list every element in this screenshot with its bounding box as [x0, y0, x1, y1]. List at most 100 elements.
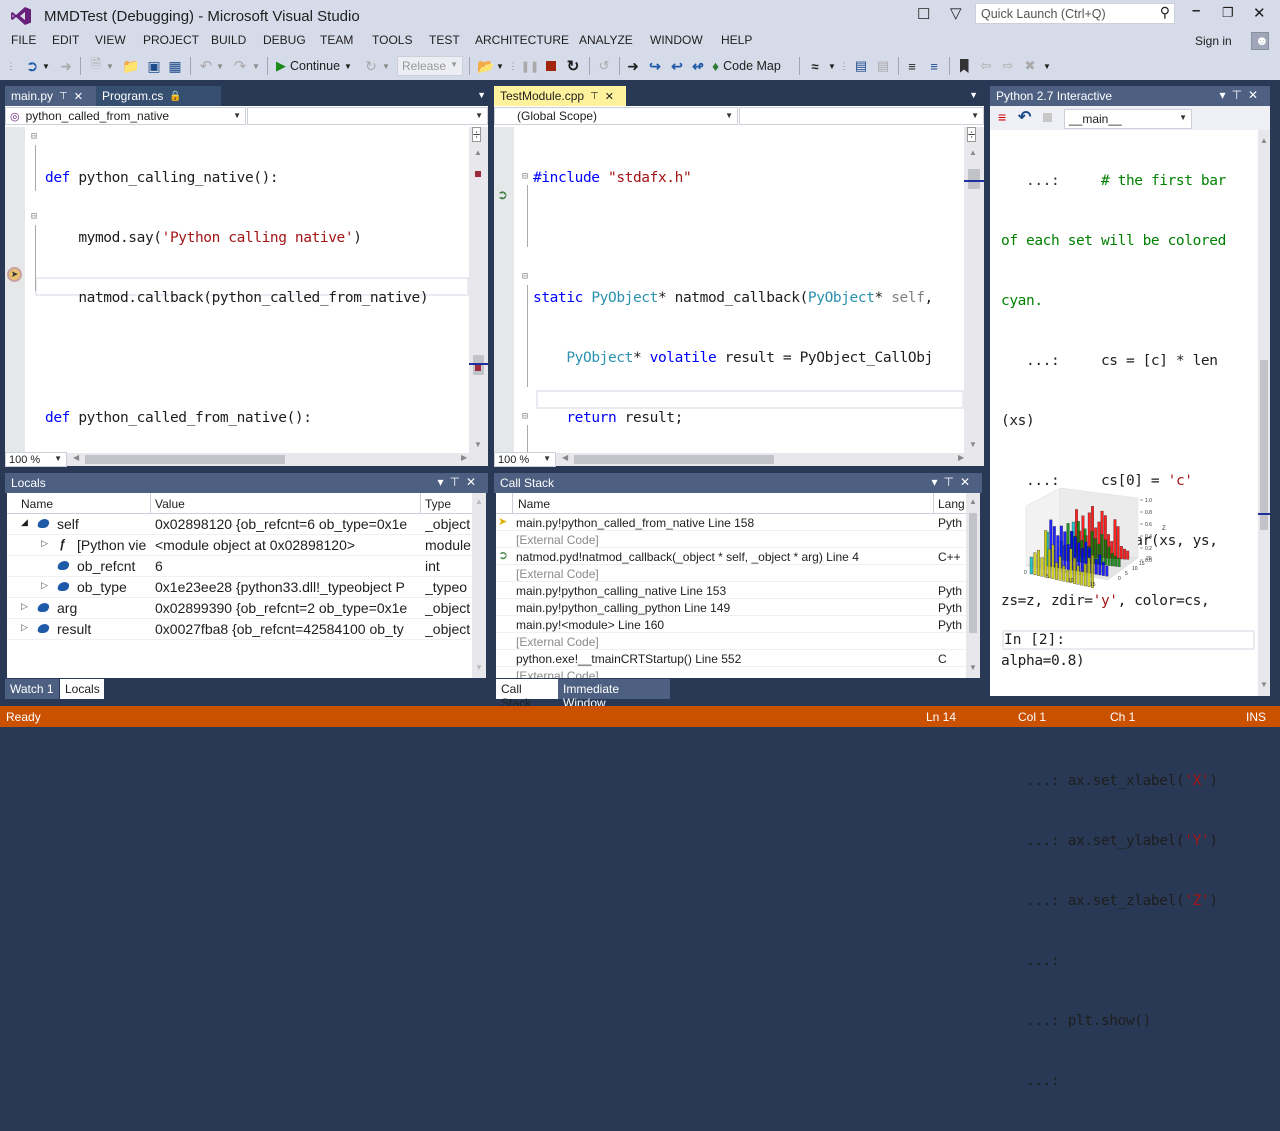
tab-overflow-icon[interactable]: ▼ — [477, 90, 486, 100]
scroll-thumb[interactable] — [85, 455, 285, 464]
toolbar-overflow-icon[interactable]: ▼ — [1043, 57, 1051, 75]
scroll-right-icon[interactable]: ▶ — [958, 453, 964, 462]
callstack-row[interactable]: python.exe!__tmainCRTStartup() Line 552 C — [496, 650, 966, 667]
tab-immediate-window[interactable]: Immediate Window — [558, 679, 670, 710]
stop-icon[interactable] — [1043, 113, 1052, 122]
menu-team[interactable]: TEAM — [320, 33, 353, 47]
close-icon[interactable]: ✕ — [960, 475, 976, 489]
navigate-forward-icon[interactable]: ➜ — [58, 57, 74, 75]
left-editor-vertical-scrollbar[interactable]: ÷ ▲ ▼ — [469, 127, 488, 453]
menu-view[interactable]: VIEW — [95, 33, 126, 47]
new-project-icon[interactable]: 🗎 — [88, 56, 104, 75]
zoom-level-select[interactable]: 100 % ▼ — [5, 452, 67, 467]
scroll-down-icon[interactable]: ▼ — [475, 663, 483, 672]
toolbar-grip[interactable]: ⋮ — [840, 57, 849, 75]
close-tab-icon[interactable]: ✕ — [605, 90, 614, 103]
pin-icon[interactable]: ⊤ — [59, 91, 68, 102]
locals-row[interactable]: ▷ arg 0x02899390 {ob_refcnt=2 ob_type=0x1e… — [7, 598, 472, 619]
local-value[interactable]: 0x0027fba8 {ob_refcnt=42584100 ob_ty — [155, 621, 420, 637]
tab-main-py[interactable]: main.py ⊤ ✕ — [5, 86, 96, 106]
toolbar-overflow-icon[interactable]: ▼ — [496, 57, 504, 75]
column-header-value[interactable]: Value — [155, 497, 185, 511]
pin-icon[interactable]: ⊤ — [1231, 88, 1247, 102]
menu-help[interactable]: HELP — [721, 33, 752, 47]
member-combo[interactable]: ▼ — [247, 107, 488, 125]
collapsed-icon[interactable]: ▷ — [21, 601, 28, 612]
module-select[interactable]: __main__ ▼ — [1064, 109, 1192, 129]
restore-button[interactable]: ❐ — [1222, 5, 1234, 21]
tab-watch-1[interactable]: Watch 1 — [5, 679, 59, 699]
collapse-icon[interactable]: ⊟ — [31, 211, 37, 222]
scroll-down-icon[interactable]: ▼ — [1260, 680, 1268, 689]
surround-with-icon[interactable]: ▤ — [875, 57, 891, 75]
tab-testmodule-cpp[interactable]: TestModule.cpp ⊤ ✕ — [494, 86, 626, 106]
scroll-left-icon[interactable]: ◀ — [562, 453, 568, 462]
menu-edit[interactable]: EDIT — [52, 33, 79, 47]
locals-row[interactable]: ▷ ƒ [Python vie <module object at 0x0289812… — [7, 535, 472, 556]
scroll-down-icon[interactable]: ▼ — [969, 663, 977, 672]
minimize-button[interactable]: – — [1192, 2, 1200, 19]
center-editor-vertical-scrollbar[interactable]: ÷ ▲ ▼ — [964, 127, 984, 453]
menu-build[interactable]: BUILD — [211, 33, 246, 47]
scroll-left-icon[interactable]: ◀ — [73, 453, 79, 462]
split-editor-icon[interactable]: ÷ — [472, 127, 482, 142]
menu-analyze[interactable]: ANALYZE — [579, 33, 633, 47]
account-avatar[interactable]: ☻ — [1251, 32, 1269, 50]
callstack-row[interactable]: main.py!python_calling_native Line 153 Py… — [496, 582, 966, 599]
feedback-icon[interactable]: ☐ — [917, 5, 930, 23]
save-icon[interactable]: ▣ — [146, 57, 162, 75]
dropdown-icon[interactable]: ▾ — [437, 475, 449, 489]
center-code-area[interactable]: ⊟ ⊟ ⊟ #include "stdafx.h" static PyObjec… — [514, 127, 964, 453]
column-header-type[interactable]: Type — [425, 497, 451, 511]
previous-bookmark-icon[interactable]: ⇦ — [978, 57, 994, 75]
redo-dropdown-icon[interactable]: ▼ — [252, 57, 260, 75]
collapse-icon[interactable]: ⊟ — [31, 131, 37, 142]
comment-lines-icon[interactable]: ≡ — [904, 57, 920, 75]
tab-overflow-icon[interactable]: ▼ — [969, 90, 978, 100]
close-icon[interactable]: ✕ — [1248, 88, 1264, 102]
callstack-row[interactable]: ➲ natmod.pyd!natmod_callback(_object * se… — [496, 548, 966, 565]
next-bookmark-icon[interactable]: ⇨ — [1000, 57, 1016, 75]
new-dropdown-icon[interactable]: ▼ — [106, 57, 114, 75]
interactive-output[interactable]: ...: # the first bar of each set will be… — [990, 130, 1270, 1089]
uncomment-lines-icon[interactable]: ≡ — [926, 57, 942, 75]
continue-button[interactable]: ▶ Continue ▼ — [276, 57, 362, 75]
scroll-up-icon[interactable]: ▲ — [969, 497, 977, 506]
redo-icon[interactable]: ↷ — [232, 57, 248, 75]
locals-row[interactable]: ▷ ob_type 0x1e23ee28 {python33.dll!_typeob… — [7, 577, 472, 598]
scroll-thumb[interactable] — [969, 513, 977, 633]
zoom-level-select[interactable]: 100 % ▼ — [494, 452, 556, 467]
insert-snippet-icon[interactable]: ▤ — [852, 57, 870, 75]
pin-icon[interactable]: ⊤ — [590, 91, 599, 102]
break-all-icon[interactable]: ❚❚ — [521, 57, 539, 75]
collapsed-icon[interactable]: ▷ — [21, 622, 28, 633]
callstack-row[interactable]: [External Code] — [496, 633, 966, 650]
dropdown-icon[interactable]: ▾ — [931, 475, 943, 489]
toolbar-overflow-icon[interactable]: ▼ — [828, 57, 836, 75]
scroll-down-icon[interactable]: ▼ — [474, 440, 482, 449]
local-value[interactable]: 6 — [155, 558, 420, 574]
column-header-name[interactable]: Name — [21, 497, 53, 511]
expanded-icon[interactable]: ◢ — [21, 517, 28, 528]
local-value[interactable]: <module object at 0x02898120> — [155, 537, 420, 553]
scroll-thumb[interactable] — [574, 455, 774, 464]
close-icon[interactable]: ✕ — [466, 475, 482, 489]
scroll-thumb[interactable] — [968, 169, 980, 189]
scroll-up-icon[interactable]: ▲ — [969, 148, 977, 157]
indicator-margin[interactable] — [5, 127, 25, 453]
reset-icon[interactable]: ≡ — [998, 109, 1006, 125]
locals-row[interactable]: ▷ result 0x0027fba8 {ob_refcnt=42584100 ob… — [7, 619, 472, 640]
close-button[interactable]: ✕ — [1253, 4, 1266, 22]
save-all-icon[interactable]: ▦ — [166, 57, 184, 75]
pin-icon[interactable]: ⊤ — [449, 475, 465, 489]
local-value[interactable]: 0x02899390 {ob_refcnt=2 ob_type=0x1e — [155, 600, 420, 616]
locals-row[interactable]: ob_refcnt 6 int — [7, 556, 472, 577]
step-over-icon[interactable]: ↩ — [669, 57, 685, 75]
local-value[interactable]: 0x1e23ee28 {python33.dll!_typeobject P — [155, 579, 420, 595]
dropdown-icon[interactable]: ▾ — [1219, 88, 1231, 102]
scope-combo[interactable]: (Global Scope) ▼ — [494, 107, 738, 125]
repl-input-line[interactable]: In [2]: — [1002, 630, 1255, 650]
callstack-row[interactable]: ➤ main.py!python_called_from_native Line … — [496, 514, 966, 531]
tab-call-stack[interactable]: Call Stack — [496, 679, 558, 710]
left-code-area[interactable]: ⊟ ⊟ def python_calling_native(): mymod.s… — [25, 127, 469, 453]
